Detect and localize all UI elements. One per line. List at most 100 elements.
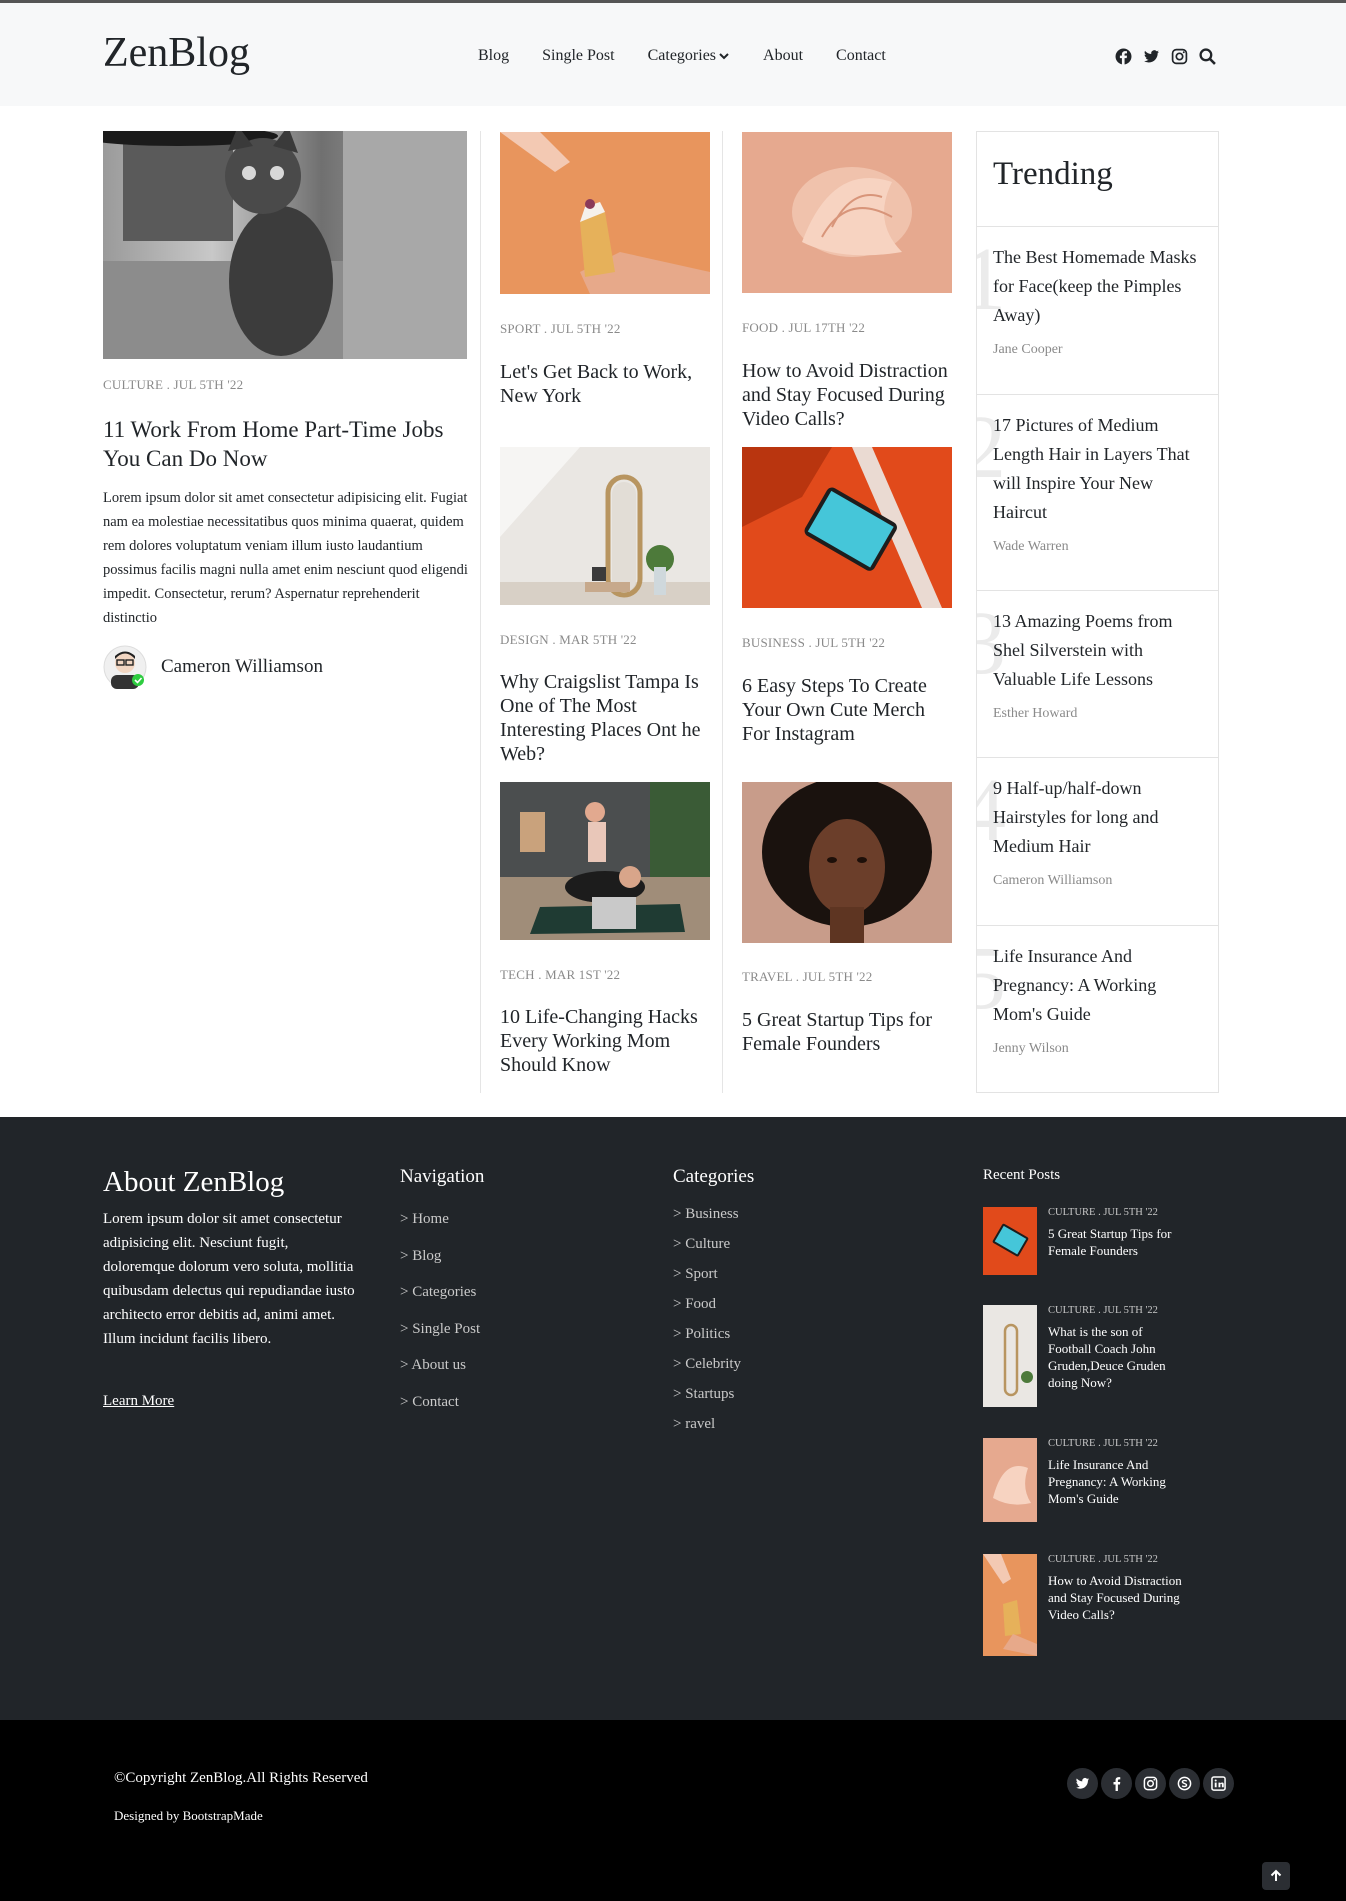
trending-title: 9 Half-up/half-down Hairstyles for long … <box>993 778 1159 856</box>
trending-item[interactable]: 3 13 Amazing Poems from Shel Silverstein… <box>977 591 1218 758</box>
post-image[interactable] <box>742 447 952 608</box>
trending-author: Jane Cooper <box>993 342 1063 357</box>
lead-post-meta: CULTURE . JUL 5TH '22 <box>103 377 244 392</box>
lead-post-title[interactable]: 11 Work From Home Part-Time Jobs You Can… <box>103 415 473 473</box>
portrait-graphic <box>762 782 932 943</box>
recent-post-image <box>983 1438 1037 1522</box>
linkedin-icon[interactable] <box>1203 1768 1234 1799</box>
lead-post-image[interactable] <box>103 131 467 359</box>
nav-categories[interactable]: Categories <box>648 47 730 65</box>
column-divider <box>480 131 481 1093</box>
post-image[interactable] <box>500 447 710 605</box>
footer-categories-list: > Business > Culture > Sport > Food > Po… <box>673 1206 741 1446</box>
footer-nav-list: > Home > Blog > Categories > Single Post… <box>400 1211 480 1430</box>
designed-by[interactable]: Designed by BootstrapMade <box>114 1808 263 1824</box>
footer-category-link[interactable]: > Food <box>673 1296 741 1326</box>
recent-post-image <box>983 1554 1037 1656</box>
recent-post-title: Life Insurance And Pregnancy: A Working … <box>1048 1457 1166 1506</box>
post-meta: BUSINESS . JUL 5TH '22 <box>742 635 886 650</box>
footer-nav-link[interactable]: > Blog <box>400 1248 480 1285</box>
nav-contact[interactable]: Contact <box>836 47 886 65</box>
lead-post-author[interactable]: Cameron Williamson <box>103 645 323 689</box>
post-title[interactable]: How to Avoid Distraction and Stay Focuse… <box>742 359 957 431</box>
trending-title: 13 Amazing Poems from Shel Silverstein w… <box>993 611 1173 689</box>
footer-category-link[interactable]: > Politics <box>673 1326 741 1356</box>
trending-title: The Best Homemade Masks for Face(keep th… <box>993 247 1197 325</box>
site-logo[interactable]: ZenBlog <box>103 29 250 77</box>
skype-icon[interactable] <box>1169 1768 1200 1799</box>
post-image[interactable] <box>742 782 952 943</box>
facebook-icon[interactable] <box>1115 48 1132 65</box>
trending-item[interactable]: 2 17 Pictures of Medium Length Hair in L… <box>977 395 1218 591</box>
recent-post-title: How to Avoid Distraction and Stay Focuse… <box>1048 1573 1182 1622</box>
post-image[interactable] <box>500 782 710 940</box>
trending-heading: Trending <box>977 132 1218 227</box>
footer-category-link[interactable]: > ravel <box>673 1416 741 1446</box>
author-name: Cameron Williamson <box>161 656 323 677</box>
recent-post[interactable]: CULTURE . JUL 5TH '22 How to Avoid Distr… <box>983 1554 1213 1658</box>
recent-post-meta: CULTURE . JUL 5TH '22 <box>1048 1305 1158 1316</box>
footer-category-link[interactable]: > Startups <box>673 1386 741 1416</box>
footer-category-link[interactable]: > Sport <box>673 1266 741 1296</box>
post-title[interactable]: Let's Get Back to Work, New York <box>500 360 710 408</box>
cake-hand-graphic <box>500 132 710 294</box>
post-title[interactable]: 6 Easy Steps To Create Your Own Cute Mer… <box>742 674 952 746</box>
chevron-down-icon <box>719 53 729 60</box>
facebook-icon[interactable] <box>1101 1768 1132 1799</box>
main-nav: Blog Single Post Categories About Contac… <box>478 47 919 65</box>
twitter-icon[interactable] <box>1143 48 1160 65</box>
trending-author: Cameron Williamson <box>993 873 1113 888</box>
trending-author: Wade Warren <box>993 539 1069 554</box>
workout-room-graphic <box>500 782 710 940</box>
post-title[interactable]: Why Craigslist Tampa Is One of The Most … <box>500 670 715 766</box>
recent-post[interactable]: CULTURE . JUL 5TH '22 What is the son of… <box>983 1305 1213 1409</box>
instagram-icon[interactable] <box>1171 48 1188 65</box>
recent-post-title: 5 Great Startup Tips for Female Founders <box>1048 1226 1172 1258</box>
recent-post[interactable]: CULTURE . JUL 5TH '22 5 Great Startup Ti… <box>983 1207 1213 1277</box>
site-footer: About ZenBlog Lorem ipsum dolor sit amet… <box>0 1117 1346 1720</box>
footer-nav-link[interactable]: > Home <box>400 1211 480 1248</box>
recent-post-title: What is the son of Football Coach John G… <box>1048 1324 1166 1390</box>
post-title[interactable]: 10 Life-Changing Hacks Every Working Mom… <box>500 1005 710 1077</box>
search-icon[interactable] <box>1199 48 1216 65</box>
trending-item[interactable]: 5 Life Insurance And Pregnancy: A Workin… <box>977 926 1218 1092</box>
footer-category-link[interactable]: > Celebrity <box>673 1356 741 1386</box>
trending-author: Esther Howard <box>993 706 1078 721</box>
site-header: ZenBlog Blog Single Post Categories Abou… <box>0 3 1346 106</box>
footer-nav-link[interactable]: > Contact <box>400 1394 480 1431</box>
trending-item[interactable]: 4 9 Half-up/half-down Hairstyles for lon… <box>977 758 1218 926</box>
copyright-bar: ©Copyright ZenBlog.All Rights Reserved D… <box>0 1720 1346 1901</box>
nav-about[interactable]: About <box>763 47 803 65</box>
footer-nav-link[interactable]: > Single Post <box>400 1321 480 1358</box>
trending-title: Life Insurance And Pregnancy: A Working … <box>993 946 1157 1024</box>
recent-post-meta: CULTURE . JUL 5TH '22 <box>1048 1554 1158 1565</box>
instagram-icon[interactable] <box>1135 1768 1166 1799</box>
avatar <box>103 645 147 689</box>
nav-single-post[interactable]: Single Post <box>542 47 614 65</box>
twitter-icon[interactable] <box>1067 1768 1098 1799</box>
recent-post-image <box>983 1305 1037 1407</box>
back-to-top-button[interactable] <box>1262 1862 1290 1890</box>
nav-blog[interactable]: Blog <box>478 47 509 65</box>
recent-post-meta: CULTURE . JUL 5TH '22 <box>1048 1207 1158 1218</box>
footer-about-text: Lorem ipsum dolor sit amet consectetur a… <box>103 1211 355 1347</box>
post-title[interactable]: 5 Great Startup Tips for Female Founders <box>742 1008 952 1056</box>
learn-more-link[interactable]: Learn More <box>103 1393 174 1410</box>
footer-about-heading: About ZenBlog <box>103 1166 285 1198</box>
recent-post[interactable]: CULTURE . JUL 5TH '22 Life Insurance And… <box>983 1438 1213 1524</box>
trending-item[interactable]: 1 The Best Homemade Masks for Face(keep … <box>977 227 1218 395</box>
footer-nav-heading: Navigation <box>400 1166 485 1187</box>
recent-post-image <box>983 1207 1037 1275</box>
footer-nav-link[interactable]: > Categories <box>400 1284 480 1321</box>
post-image[interactable] <box>742 132 952 293</box>
footer-nav-link[interactable]: > About us <box>400 1357 480 1394</box>
copyright-text: ©Copyright ZenBlog.All Rights Reserved <box>114 1770 368 1786</box>
trending-author: Jenny Wilson <box>993 1041 1069 1056</box>
post-meta: DESIGN . MAR 5TH '22 <box>500 632 637 647</box>
post-image[interactable] <box>500 132 710 294</box>
cat-photo-graphic <box>103 131 467 359</box>
footer-category-link[interactable]: > Culture <box>673 1236 741 1266</box>
footer-category-link[interactable]: > Business <box>673 1206 741 1236</box>
social-links <box>1067 1768 1234 1799</box>
paper-art-graphic <box>792 167 912 257</box>
